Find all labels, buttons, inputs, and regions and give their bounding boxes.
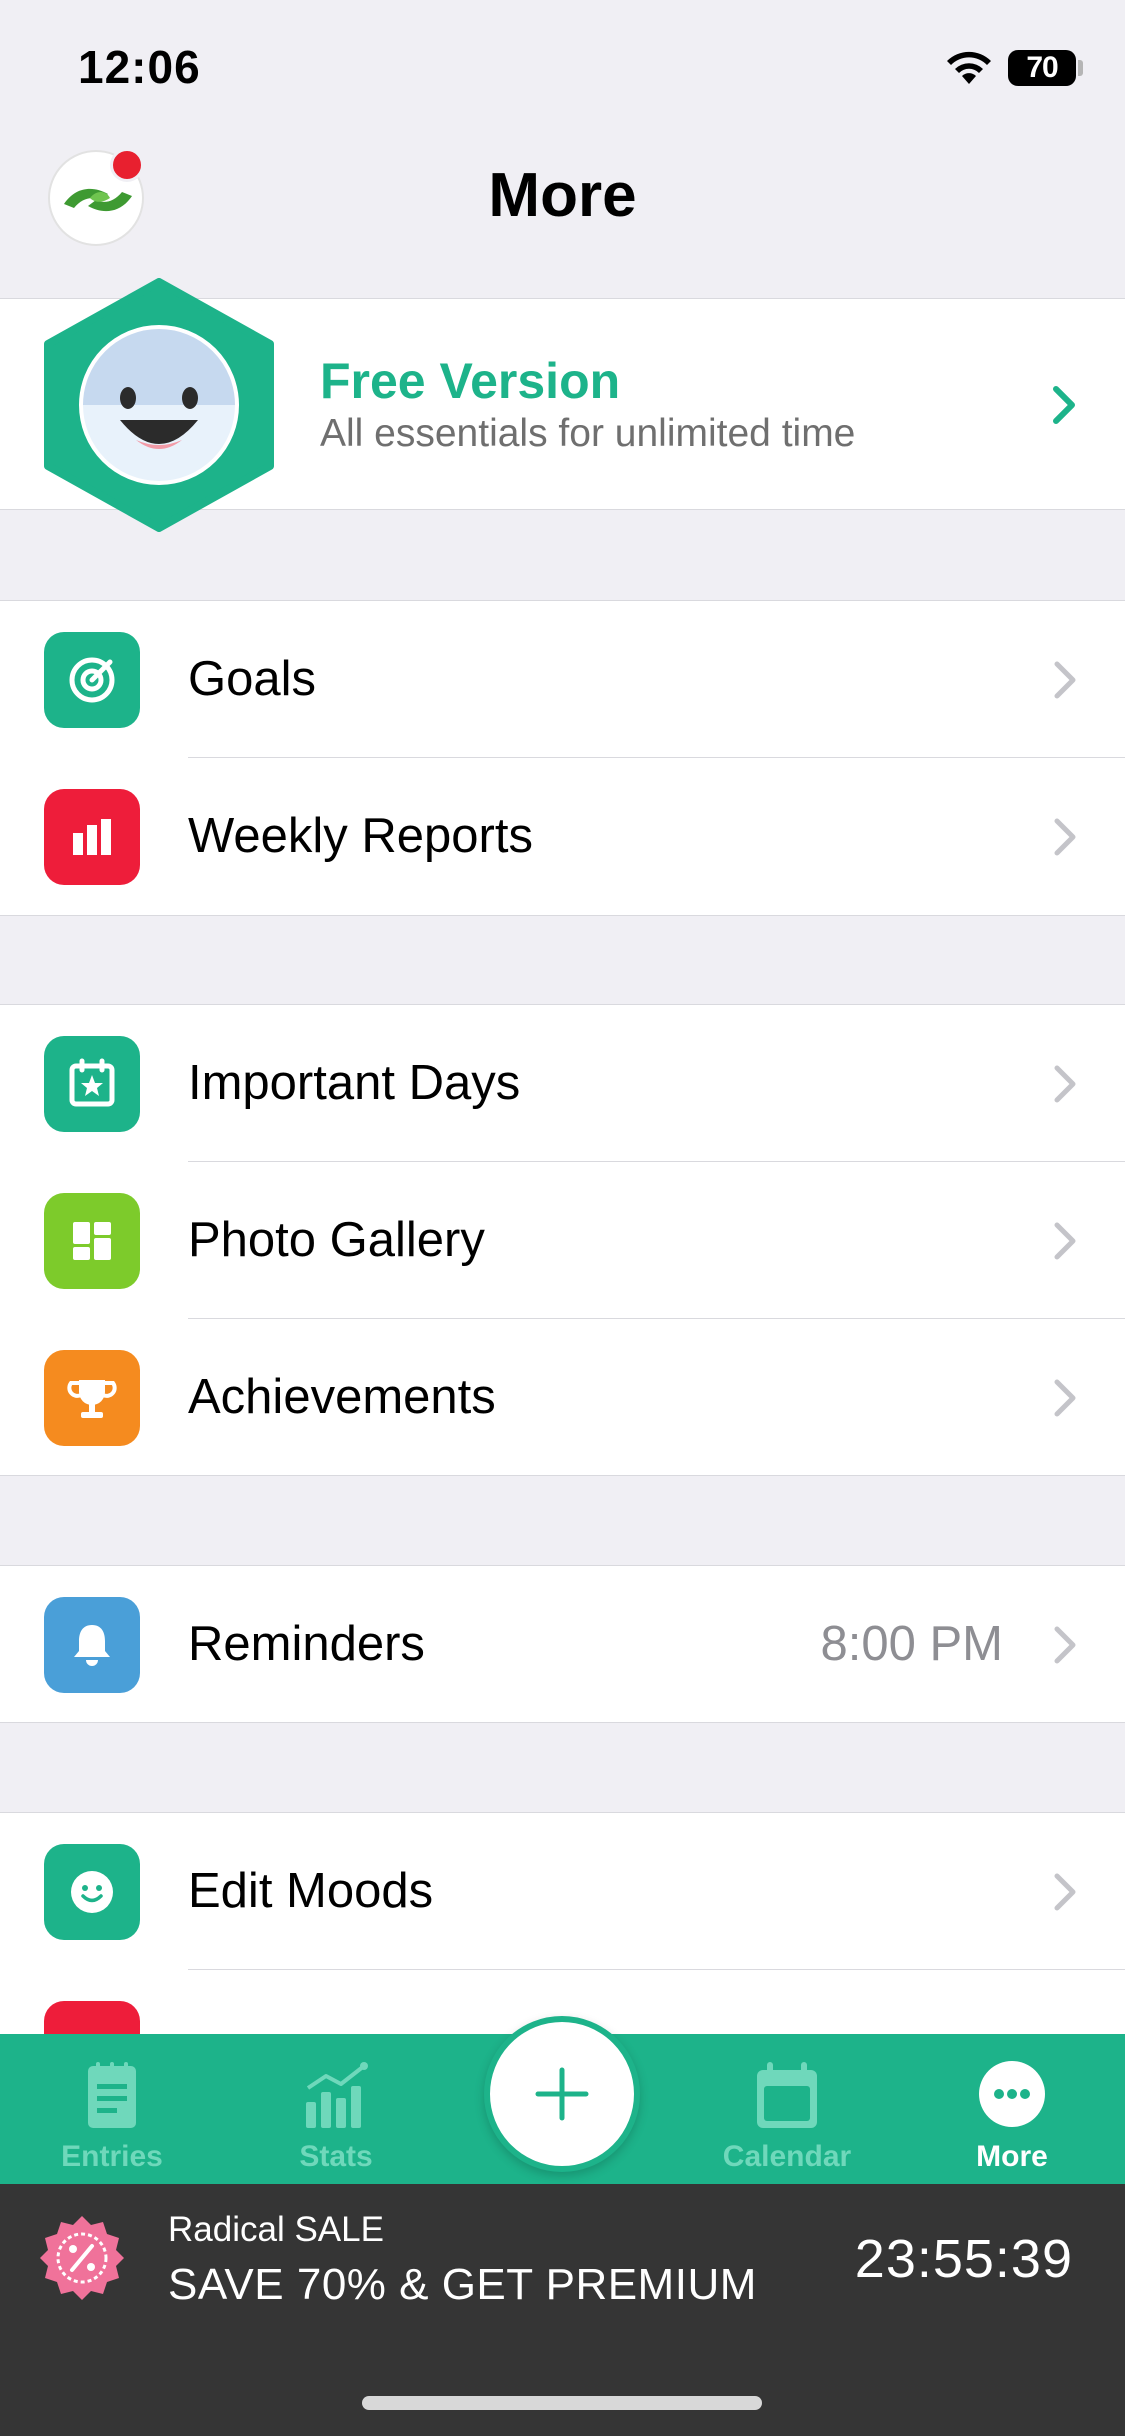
page-title: More [488, 161, 637, 230]
sale-label: Radical SALE [168, 2210, 384, 2249]
group-days-gallery-achievements: Important Days Photo Gallery Achievement… [0, 1004, 1125, 1476]
row-label: Weekly Reports [188, 809, 533, 863]
list-row-goals[interactable]: Goals [0, 601, 1125, 758]
chevron-right-icon [1054, 818, 1076, 856]
group-goals-reports: Goals Weekly Reports [0, 600, 1125, 916]
sale-headline: SAVE 70% & GET PREMIUM [168, 2260, 757, 2309]
tab-label: Entries [61, 2140, 163, 2173]
discount-badge-icon [40, 2216, 124, 2300]
row-label: Reminders [188, 1617, 425, 1671]
list-row-photo-gallery[interactable]: Photo Gallery [0, 1162, 1125, 1319]
list-row-reminders[interactable]: Reminders 8:00 PM [0, 1566, 1125, 1723]
screen: 12:06 70 More Free Version All essential… [0, 0, 1125, 2436]
wifi-icon [947, 51, 991, 84]
list-row-weekly-reports[interactable]: Weekly Reports [0, 758, 1125, 915]
promo-subtitle: All essentials for unlimited time [320, 412, 856, 455]
promo-title: Free Version [320, 353, 621, 409]
tab-label: Calendar [722, 2140, 852, 2173]
list-row-achievements[interactable]: Achievements [0, 1319, 1125, 1476]
chevron-right-icon [1054, 661, 1076, 699]
calendar-star-icon [44, 1036, 140, 1132]
target-icon [44, 632, 140, 728]
row-label: Edit Moods [188, 1864, 434, 1918]
plus-icon [535, 2067, 589, 2121]
bell-icon [44, 1597, 140, 1693]
list-row-important-days[interactable]: Important Days [0, 1005, 1125, 1162]
stats-icon [306, 2062, 368, 2128]
chevron-right-icon [1054, 1873, 1076, 1911]
mood-hexagon-icon [44, 278, 274, 532]
chevron-right-icon [1054, 1379, 1076, 1417]
chevron-right-icon [1054, 1222, 1076, 1260]
add-entry-button[interactable] [484, 2016, 640, 2172]
chevron-right-icon [1053, 386, 1075, 424]
group-reminders: Reminders 8:00 PM [0, 1565, 1125, 1723]
row-label: Photo Gallery [188, 1213, 485, 1267]
sale-countdown: 23:55:39 [854, 2229, 1073, 2289]
tab-label: Stats [299, 2140, 373, 2173]
list-row-edit-moods[interactable]: Edit Moods [0, 1813, 1125, 1970]
gallery-grid-icon [44, 1193, 140, 1289]
calendar-icon [757, 2062, 817, 2128]
bar-chart-icon [44, 789, 140, 885]
tab-stats[interactable]: Stats [266, 2034, 406, 2184]
status-time: 12:06 [78, 41, 201, 93]
tab-label: More [976, 2140, 1048, 2173]
smile-icon [44, 1844, 140, 1940]
notes-icon [88, 2062, 136, 2128]
row-label: Important Days [188, 1056, 521, 1110]
chevron-right-icon [1054, 1065, 1076, 1103]
tab-calendar[interactable]: Calendar [712, 2034, 862, 2184]
reminder-time: 8:00 PM [820, 1617, 1003, 1671]
tab-entries[interactable]: Entries [42, 2034, 182, 2184]
row-label: Achievements [188, 1370, 496, 1424]
row-label: Goals [188, 652, 317, 706]
chevron-right-icon [1054, 1626, 1076, 1664]
home-indicator [362, 2396, 762, 2410]
battery-indicator: 70 [1008, 50, 1076, 86]
trophy-icon [44, 1350, 140, 1446]
more-dots-icon [979, 2061, 1045, 2127]
battery-nub [1078, 60, 1083, 76]
tab-more[interactable]: More [942, 2034, 1082, 2184]
